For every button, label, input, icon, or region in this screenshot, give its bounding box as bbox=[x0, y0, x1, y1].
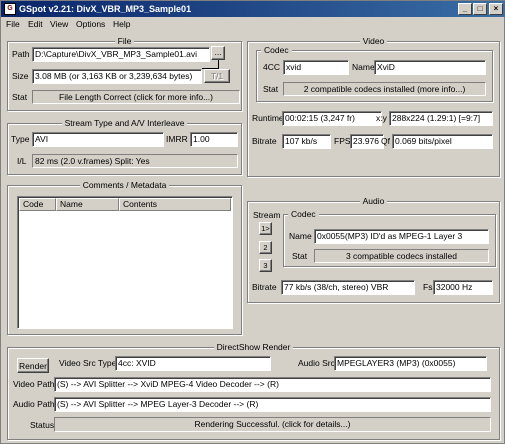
video-name-field: XviD bbox=[374, 60, 486, 75]
stream-type-group: Stream Type and A/V Interleave Type AVI … bbox=[7, 118, 242, 175]
window-title: GSpot v2.21: DivX_VBR_MP3_Sample01 bbox=[19, 4, 192, 14]
menu-options[interactable]: Options bbox=[76, 17, 105, 31]
video-name-label: Name bbox=[352, 62, 375, 72]
audio-name-field: 0x0055(MP3) ID'd as MPEG-1 Layer 3 bbox=[314, 229, 489, 244]
column-contents[interactable]: Contents bbox=[119, 198, 231, 211]
audio-path-label: Audio Path bbox=[13, 399, 55, 409]
runtime-label: Runtime bbox=[252, 113, 284, 123]
audio-group: Audio Stream 1> 2 3 Codec Name 0x0055(MP… bbox=[247, 196, 500, 303]
stat-label: Stat bbox=[12, 92, 28, 102]
comments-group: Comments / Metadata Code Name Contents bbox=[7, 180, 242, 335]
video-bitrate-label: Bitrate bbox=[252, 136, 277, 146]
type-field: AVI bbox=[32, 132, 164, 147]
stream-group-title: Stream Type and A/V Interleave bbox=[61, 118, 188, 128]
menu-bar: File Edit View Options Help bbox=[1, 17, 505, 31]
audio-stat-label: Stat bbox=[292, 251, 308, 261]
audio-stat-button[interactable]: 3 compatible codecs installed bbox=[314, 249, 489, 263]
size-label: Size bbox=[12, 71, 29, 81]
audio-codec-title: Codec bbox=[288, 209, 319, 219]
fs-label: Fs bbox=[423, 282, 433, 292]
il-label: I/L bbox=[17, 156, 27, 166]
il-field: 82 ms (2.0 v.frames) Split: Yes bbox=[32, 154, 238, 168]
directshow-group-title: DirectShow Render bbox=[213, 342, 294, 352]
t1-button[interactable]: T/1 bbox=[204, 69, 230, 83]
gspot-window: G GSpot v2.21: DivX_VBR_MP3_Sample01 _ □… bbox=[0, 0, 505, 444]
fourcc-label: 4CC bbox=[263, 62, 281, 72]
video-path-field: (S) --> AVI Splitter --> XviD MPEG-4 Vid… bbox=[54, 377, 491, 392]
browse-button[interactable]: ... bbox=[211, 46, 225, 60]
file-stat-button[interactable]: File Length Correct (click for more info… bbox=[32, 90, 240, 104]
file-group-title: File bbox=[114, 36, 135, 46]
video-path-label: Video Path bbox=[13, 379, 55, 389]
maximize-button[interactable]: □ bbox=[473, 3, 487, 15]
xy-label: x:y bbox=[376, 113, 387, 123]
size-field: 3.08 MB (or 3,163 KB or 3,239,634 bytes) bbox=[32, 69, 202, 84]
video-src-field: 4cc: XVID bbox=[115, 356, 271, 371]
video-stat-button[interactable]: 2 compatible codecs installed (more info… bbox=[283, 82, 486, 96]
audio-stream-1-button[interactable]: 1> bbox=[259, 222, 272, 235]
fps-label: FPS bbox=[334, 136, 351, 146]
audio-group-title: Audio bbox=[359, 196, 388, 206]
video-stat-label: Stat bbox=[263, 84, 279, 94]
audio-stream-2-button[interactable]: 2 bbox=[259, 241, 272, 254]
type-label: Type bbox=[11, 134, 30, 144]
menu-view[interactable]: View bbox=[50, 17, 68, 31]
fourcc-field: xvid bbox=[283, 60, 349, 75]
audio-bitrate-label: Bitrate bbox=[252, 282, 277, 292]
render-button[interactable]: Render bbox=[17, 358, 49, 373]
column-name[interactable]: Name bbox=[56, 198, 119, 211]
file-group: File Path D:\Capture\DivX_VBR_MP3_Sample… bbox=[7, 36, 242, 111]
qf-label: Qf bbox=[381, 136, 390, 146]
path-label: Path bbox=[12, 49, 30, 59]
video-codec-group: Codec 4CC xvid Name XviD Stat 2 compatib… bbox=[256, 45, 493, 102]
status-button[interactable]: Rendering Successful. (click for details… bbox=[54, 417, 491, 432]
audio-name-label: Name bbox=[289, 231, 312, 241]
column-code[interactable]: Code bbox=[19, 198, 56, 211]
video-bitrate-field: 107 kb/s bbox=[282, 134, 331, 149]
video-src-label: Video Src Type bbox=[59, 358, 117, 368]
path-field[interactable]: D:\Capture\DivX_VBR_MP3_Sample01.avi bbox=[32, 47, 210, 62]
audio-codec-group: Codec Name 0x0055(MP3) ID'd as MPEG-1 La… bbox=[283, 209, 496, 267]
qf-field: 0.069 bits/pixel bbox=[392, 134, 493, 149]
minimize-button[interactable]: _ bbox=[458, 3, 472, 15]
title-bar[interactable]: G GSpot v2.21: DivX_VBR_MP3_Sample01 _ □… bbox=[1, 1, 505, 17]
audio-path-field: (S) --> AVI Splitter --> MPEG Layer-3 De… bbox=[54, 397, 491, 412]
menu-file[interactable]: File bbox=[6, 17, 20, 31]
audio-src-label: Audio Src bbox=[298, 358, 335, 368]
xy-field: 288x224 (1.29:1) [=9:7] bbox=[389, 111, 493, 126]
imrr-label: IMRR bbox=[166, 134, 188, 144]
imrr-field: 1.00 bbox=[190, 132, 238, 147]
audio-stream-3-button[interactable]: 3 bbox=[259, 259, 272, 272]
directshow-group: DirectShow Render Render Video Src Type … bbox=[7, 342, 500, 440]
menu-help[interactable]: Help bbox=[113, 17, 130, 31]
fs-field: 32000 Hz bbox=[433, 280, 493, 295]
video-group: Video Codec 4CC xvid Name XviD Stat 2 co… bbox=[247, 36, 500, 177]
audio-src-field: MPEGLAYER3 (MP3) (0x0055) bbox=[334, 356, 487, 371]
audio-stream-label: Stream bbox=[253, 210, 281, 220]
comments-group-title: Comments / Metadata bbox=[79, 180, 170, 190]
video-codec-title: Codec bbox=[261, 45, 292, 55]
runtime-field: 00:02:15 (3,247 fr) bbox=[282, 111, 382, 126]
menu-edit[interactable]: Edit bbox=[28, 17, 43, 31]
close-button[interactable]: × bbox=[489, 3, 503, 15]
comments-list[interactable]: Code Name Contents bbox=[17, 196, 233, 329]
app-icon: G bbox=[4, 3, 16, 15]
fps-field: 23.976 bbox=[350, 134, 384, 149]
audio-bitrate-field: 77 kb/s (38/ch, stereo) VBR bbox=[281, 280, 415, 295]
status-label: Status bbox=[30, 420, 55, 430]
